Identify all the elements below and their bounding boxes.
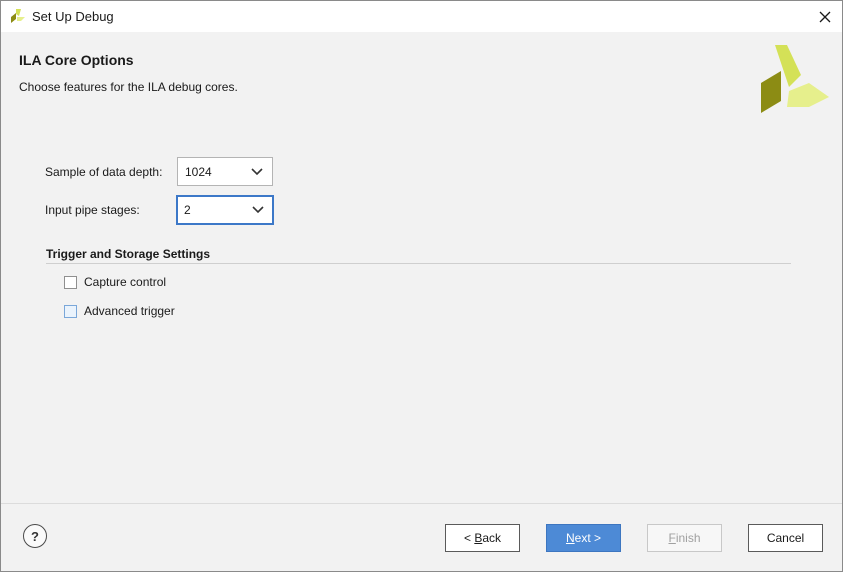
finish-button-mnemonic: F	[668, 531, 676, 545]
pipe-stages-label: Input pipe stages:	[45, 203, 140, 217]
page-title: ILA Core Options	[19, 52, 134, 68]
help-icon: ?	[31, 528, 39, 544]
data-depth-value: 1024	[185, 165, 212, 179]
section-title: Trigger and Storage Settings	[46, 247, 211, 261]
next-button-mnemonic: N	[565, 531, 575, 545]
window-title: Set Up Debug	[32, 9, 114, 24]
next-button[interactable]: Next >	[546, 524, 621, 552]
setup-debug-dialog: Set Up Debug ILA Core Options Choose fea…	[0, 0, 843, 572]
back-button-mnemonic: B	[474, 531, 483, 545]
capture-control-checkbox[interactable]	[64, 276, 77, 289]
data-depth-select[interactable]: 1024	[177, 157, 273, 186]
advanced-trigger-checkbox[interactable]	[64, 305, 77, 318]
back-button-prefix: <	[463, 531, 475, 545]
pipe-stages-value: 2	[184, 203, 191, 217]
close-button[interactable]	[808, 1, 842, 32]
cancel-button[interactable]: Cancel	[748, 524, 823, 552]
help-button[interactable]: ?	[23, 524, 47, 548]
wizard-header: ILA Core Options Choose features for the…	[1, 32, 842, 127]
depth-label: Sample of data depth:	[45, 165, 163, 179]
chevron-down-icon	[252, 206, 264, 214]
next-button-label: ext >	[574, 531, 602, 545]
close-icon	[819, 11, 831, 22]
capture-control-label[interactable]: Capture control	[84, 275, 166, 289]
title-bar: Set Up Debug	[1, 1, 842, 32]
section-divider	[46, 263, 791, 264]
vendor-logo-icon	[761, 45, 829, 113]
page-subtitle: Choose features for the ILA debug cores.	[19, 80, 238, 94]
finish-button: Finish	[647, 524, 722, 552]
app-logo-icon	[11, 9, 25, 23]
advanced-trigger-label[interactable]: Advanced trigger	[84, 304, 175, 318]
finish-button-label: inish	[675, 531, 701, 545]
back-button-label: ack	[482, 531, 502, 545]
chevron-down-icon	[251, 168, 263, 176]
footer-divider	[1, 503, 842, 504]
back-button[interactable]: < Back	[445, 524, 520, 552]
pipe-stages-select[interactable]: 2	[176, 195, 274, 225]
